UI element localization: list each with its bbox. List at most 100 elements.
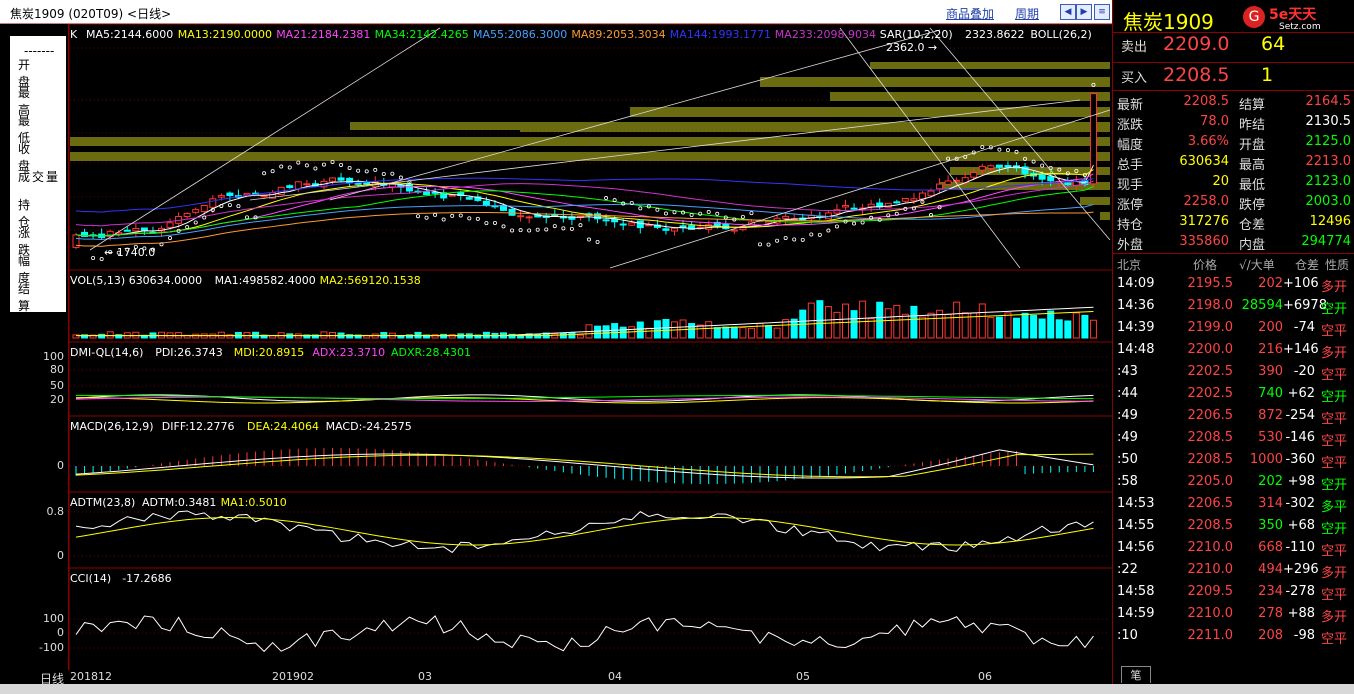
tick-row: :10 2211.0 208 -98 空平 [1113,628,1354,650]
ticks-header: 北京 价格 √/大单 仓差 性质 [1113,256,1354,278]
tick-nature: 多平 [1321,500,1348,515]
tick-nature: 空开 [1321,302,1348,317]
volume-bar-107 [987,317,995,339]
volume-bar-103 [953,301,961,339]
tab-ticks[interactable]: 笔 [1121,666,1151,683]
quote-value-0-a: 2208.5 [1183,94,1230,109]
diff-line [75,449,1094,479]
tick-time: :22 [1117,562,1138,577]
sar-dot-32 [347,165,352,170]
tick-nature: 空开 [1321,478,1348,493]
ask-row: 卖出 2209.0 64 [1117,33,1353,56]
candle-body-18 [226,192,234,197]
quote-label-3-a: 总手 [1117,158,1144,173]
logo-icon: G [1243,6,1265,28]
candle-body-30 [329,177,336,182]
adtm-indicator-label-2: MA1:0.5010 [220,496,287,509]
quote-value-7-b: 294774 [1301,234,1351,249]
volume-profile-bar-5 [350,122,520,130]
quote-label-4-a: 现手 [1117,178,1144,193]
x-axis-label-5: 06 [978,670,992,683]
quote-row-7: 外盘 335860 内盘 294774 [1117,234,1353,254]
taskbar [0,684,1354,694]
candle-body-106 [978,165,986,171]
quote-panel: 焦炭1909 G 5e天天 Setz.com 卖出 2209.0 64 买入 2… [1112,0,1354,694]
tick-price: 2210.0 [1187,606,1234,621]
tick-oi: -360 [1285,452,1315,467]
tick-nature: 多开 [1321,346,1348,361]
dmi-indicator-label-0: DMI-QL(14,6) [70,346,144,359]
volume-bar-77 [730,326,738,339]
cci-tick-2: -100 [39,641,64,654]
low-mark-label: ← 1740.0 [104,246,156,259]
sar-dot-80 [758,242,763,247]
candle-body-97 [901,197,909,202]
volume-bar-72 [688,323,696,339]
volume-bar-73 [696,324,704,339]
candle-body-101 [936,183,944,190]
tick-oi: -146 [1285,430,1315,445]
price-indicator-label-10: BOLL(26,2) [1030,28,1092,41]
volume-bar-58 [568,332,576,339]
tick-row: 14:39 2199.0 200 -74 空平 [1113,320,1354,342]
candle-body-51 [508,208,516,216]
tick-price: 2209.5 [1187,584,1234,599]
ticks-header-nature: 性质 [1325,258,1350,272]
tick-price: 2210.0 [1187,540,1234,555]
tick-size: 202 [1258,276,1283,291]
candle-body-109 [1004,165,1012,168]
cci-tick-1: 0 [57,626,64,639]
vol-indicator-label-0: VOL(5,13) 630634.0000 [70,274,203,287]
tick-price: 2200.0 [1187,342,1234,357]
sar-dot-36 [381,171,386,176]
candle-body-25 [286,185,294,188]
sar-dot-72 [689,213,694,218]
candle-body-15 [200,204,208,213]
quote-value-2-b: 2125.0 [1305,134,1352,149]
tick-size: 350 [1258,518,1283,533]
tick-size: 200 [1258,320,1283,335]
tick-time: :49 [1117,430,1138,445]
tick-oi: +106 [1283,276,1319,291]
volume-bar-92 [859,300,867,339]
sar-dot-45 [458,213,463,218]
volume-bar-104 [961,312,969,339]
volume-profile-bar-10 [1080,197,1110,205]
sar-dot-41 [424,215,429,220]
sar-dot-33 [356,168,361,173]
tick-row: :43 2202.5 390 -20 空平 [1113,364,1354,386]
price-indicator-label-5: MA89:2053.3034 [571,28,666,41]
tick-price: 2208.5 [1187,518,1234,533]
candle-body-27 [303,183,311,186]
tick-time: 14:59 [1117,606,1155,621]
adtm-indicator-label-0: ADTM(23,8) [70,496,136,509]
tick-price: 2208.5 [1187,452,1234,467]
tick-oi: -278 [1285,584,1315,599]
tick-oi: +296 [1283,562,1319,577]
candle-body-26 [294,181,302,190]
quote-value-6-a: 317276 [1179,214,1229,229]
tick-row: :49 2208.5 530 -146 空平 [1113,430,1354,452]
candle-body-44 [448,194,456,197]
sar-dot-14 [193,220,198,225]
volume-bar-81 [765,325,773,339]
adxr-line [75,394,1094,400]
quote-value-3-a: 630634 [1179,154,1229,169]
tick-nature: 空平 [1321,632,1348,647]
volume-bar-67 [645,327,653,339]
volume-bar-110 [1013,317,1020,339]
ask-label: 卖出 [1121,40,1148,55]
tick-oi: +98 [1287,474,1315,489]
tick-price: 2206.5 [1187,496,1234,511]
tick-size: 872 [1258,408,1283,423]
volume-bar-75 [713,327,721,339]
candle-body-56 [551,214,559,217]
tick-nature: 空平 [1321,588,1348,603]
volume-profile-bar-6 [70,137,1110,146]
tick-nature: 空平 [1321,324,1348,339]
tick-row: 14:55 2208.5 350 +68 空开 [1113,518,1354,540]
tick-row: 14:59 2210.0 278 +88 多开 [1113,606,1354,628]
dmi-tick-0: 100 [43,350,64,363]
quote-label-1-a: 涨跌 [1117,118,1144,133]
quote-label-1-b: 昨结 [1239,118,1266,133]
